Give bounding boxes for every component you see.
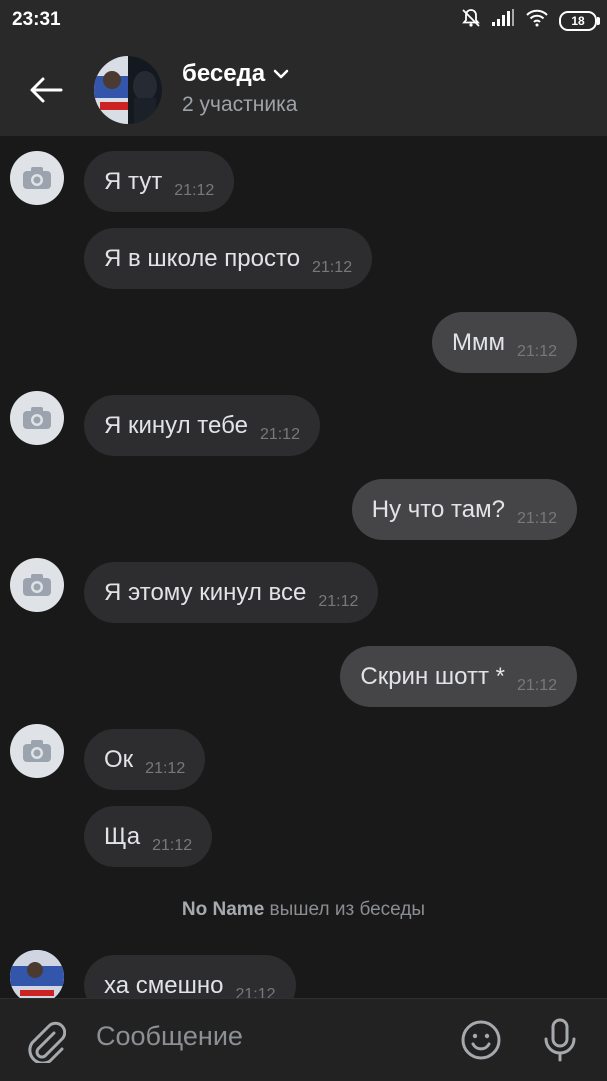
message-bubble-incoming[interactable]: Я тут 21:12 [84,151,235,212]
sender-avatar[interactable] [10,724,64,778]
chat-title-text: беседа [182,60,266,87]
microphone-icon[interactable] [540,1017,580,1068]
message-text: Скрин шотт * [360,662,505,690]
paperclip-icon[interactable] [24,1019,67,1068]
bell-off-icon [461,8,481,33]
message-text: Я этому кинул все [104,578,307,606]
camera-icon [23,167,51,189]
message-time: 21:12 [235,985,276,999]
sender-avatar[interactable] [10,558,64,612]
message-time: 21:12 [145,759,186,777]
message-text: Ща [104,822,141,850]
message-list[interactable]: Я тут 21:12 Я в школе просто 21:12 Ммм 2… [0,136,607,998]
message-time: 21:12 [174,181,215,199]
service-user-name[interactable]: No Name [182,899,264,920]
message-bubble-incoming[interactable]: Я в школе просто 21:12 [84,228,373,289]
user-photo [10,950,64,998]
chat-avatar[interactable] [94,56,162,124]
message-bubble-incoming[interactable]: Ок 21:12 [84,729,206,790]
message-time: 21:12 [318,592,359,610]
message-text: Ок [104,745,134,773]
status-icons: 18 [461,8,600,33]
back-button[interactable] [22,66,70,114]
signal-icon [491,9,515,32]
message-input[interactable] [96,1021,426,1052]
message-bubble-incoming[interactable]: Ща 21:12 [84,806,213,867]
camera-icon [23,407,51,429]
wifi-icon [525,9,549,32]
message-bubble-incoming[interactable]: Я кинул тебе 21:12 [84,395,320,456]
chat-header: беседа 2 участника [0,42,607,136]
sender-avatar[interactable] [10,391,64,445]
service-message: No Name вышел из беседы [0,899,607,921]
message-time: 21:12 [516,676,557,694]
chevron-down-icon [273,69,289,79]
emoji-icon[interactable] [460,1019,502,1066]
message-bubble-outgoing[interactable]: Ну что там? 21:12 [351,479,577,540]
sender-avatar[interactable] [10,950,64,998]
service-action: вышел из беседы [269,899,426,920]
message-text: Я кинул тебе [104,411,248,439]
chat-title[interactable]: беседа [182,60,289,88]
sender-avatar[interactable] [10,151,64,205]
status-bar: 23:31 18 [0,0,607,42]
message-text: Ммм [451,328,505,356]
message-text: ха смешно [104,971,224,999]
participants-count: 2 участника [182,93,298,116]
message-composer [0,998,607,1081]
battery-indicator: 18 [559,10,600,31]
message-text: Я в школе просто [104,244,301,272]
message-bubble-outgoing[interactable]: Скрин шотт * 21:12 [340,646,577,707]
camera-icon [23,574,51,596]
message-time: 21:12 [516,509,557,527]
message-text: Я тут [104,167,163,195]
status-time: 23:31 [12,9,61,30]
message-bubble-incoming[interactable]: ха смешно 21:12 [84,955,296,998]
message-time: 21:12 [516,342,557,360]
message-bubble-outgoing[interactable]: Ммм 21:12 [431,312,577,373]
camera-icon [23,740,51,762]
message-time: 21:12 [259,425,300,443]
message-text: Ну что там? [371,495,505,523]
message-time: 21:12 [152,836,193,854]
message-time: 21:12 [312,258,353,276]
message-bubble-incoming[interactable]: Я этому кинул все 21:12 [84,562,379,623]
arrow-left-icon [30,77,63,103]
